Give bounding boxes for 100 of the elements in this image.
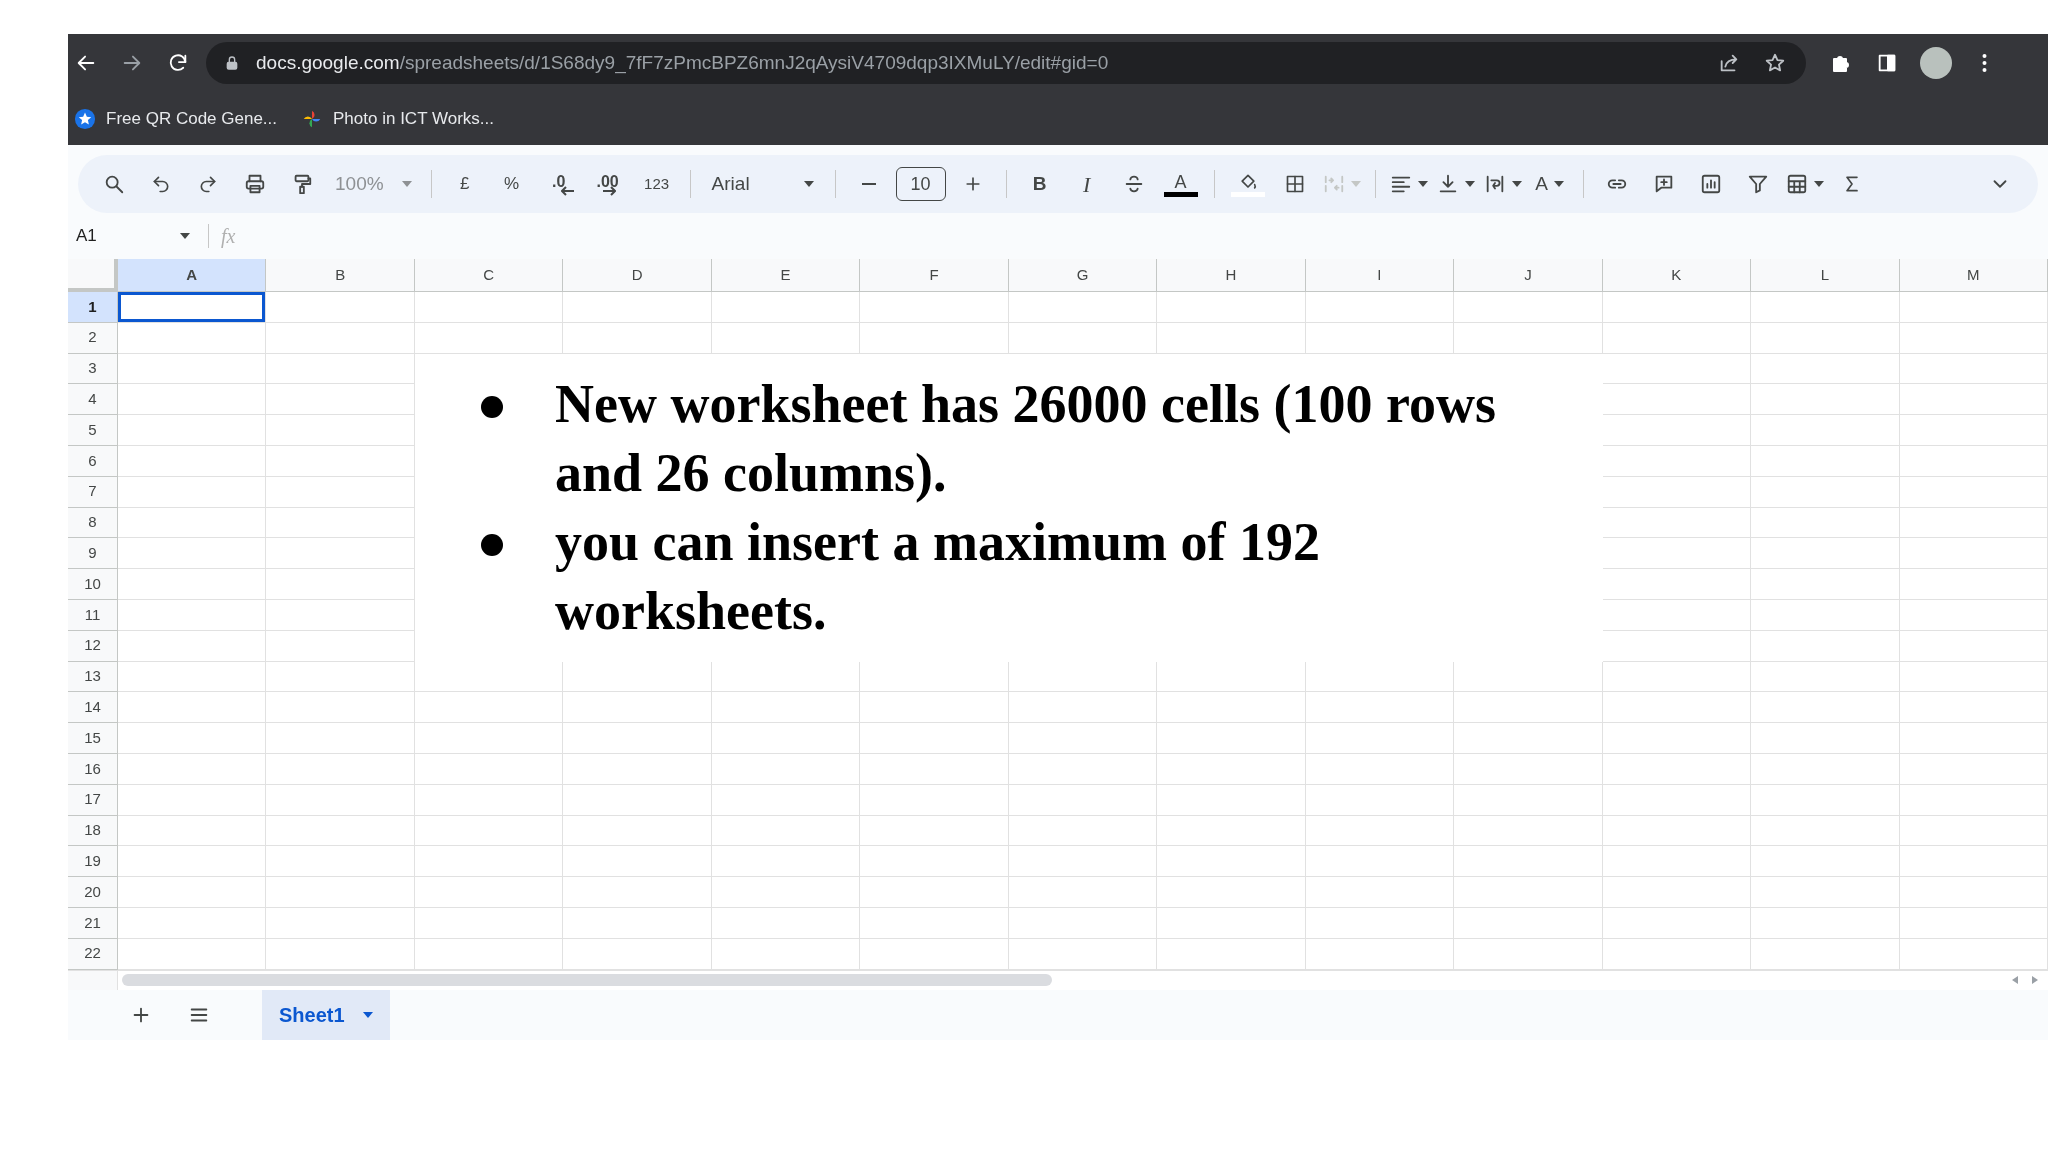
sheet-cell[interactable]: [414, 723, 564, 754]
row-header[interactable]: 2: [68, 322, 118, 354]
address-bar[interactable]: docs.google.com/spreadsheets/d/1S68dy9_7fF7zPmcBPZ6mnJ2qAysiV4709dqp3IXMuLY/edit#gid=0: [206, 42, 1806, 84]
sheet-cell[interactable]: [118, 599, 267, 631]
row-header[interactable]: 15: [68, 723, 118, 754]
sheet-cell[interactable]: [1602, 938, 1752, 970]
sheet-cell[interactable]: [563, 322, 712, 354]
sheet-cell[interactable]: [1751, 692, 1900, 724]
sheet-cell[interactable]: [118, 753, 267, 785]
sheet-cell[interactable]: [1454, 815, 1603, 847]
scroll-left-button[interactable]: [2012, 976, 2018, 985]
sheet-cell[interactable]: [414, 907, 564, 939]
sheet-cell[interactable]: [118, 938, 267, 970]
bookmark-item[interactable]: Photo in ICT Works...: [301, 105, 494, 132]
sheet-cell[interactable]: [266, 446, 415, 477]
column-header[interactable]: M: [1899, 259, 2048, 292]
sheet-cell[interactable]: [266, 846, 415, 878]
sheet-cell[interactable]: [266, 538, 415, 570]
sheet-cell[interactable]: [563, 692, 712, 724]
sheet-cell[interactable]: [266, 723, 415, 754]
sheet-cell[interactable]: [266, 292, 415, 323]
sheet-cell[interactable]: [118, 877, 267, 908]
sheet-cell[interactable]: [118, 784, 267, 816]
sheet-cell[interactable]: [860, 846, 1009, 878]
sheet-cell[interactable]: [1751, 292, 1900, 323]
sheet-cell[interactable]: [860, 784, 1009, 816]
sheet-cell[interactable]: [860, 322, 1009, 354]
sheet-cell[interactable]: [1751, 476, 1900, 508]
column-header[interactable]: A: [118, 259, 267, 292]
sheet-cell[interactable]: [1305, 322, 1455, 354]
sheet-cell[interactable]: [1899, 661, 2048, 693]
sheet-cell[interactable]: [1454, 292, 1603, 323]
select-all-corner[interactable]: [68, 259, 118, 292]
sheet-cell[interactable]: [1305, 815, 1455, 847]
sheet-cell[interactable]: [860, 292, 1009, 323]
sheet-cell[interactable]: [1899, 753, 2048, 785]
font-size-field[interactable]: 10: [895, 167, 946, 201]
row-header[interactable]: 12: [68, 630, 118, 662]
sheet-cell[interactable]: [266, 661, 415, 693]
sheet-cell[interactable]: [1899, 784, 2048, 816]
sheet-cell[interactable]: [1751, 446, 1900, 477]
sheet-cell[interactable]: [414, 292, 564, 323]
sheet-cell[interactable]: [1008, 692, 1158, 724]
sheet-cell[interactable]: [1008, 877, 1158, 908]
sheet-cell[interactable]: [1899, 723, 2048, 754]
sheet-cell[interactable]: [266, 784, 415, 816]
row-header[interactable]: 14: [68, 692, 118, 724]
sheet-cell[interactable]: [118, 661, 267, 693]
menu-button[interactable]: [1982, 53, 1987, 73]
sheet-cell[interactable]: [266, 938, 415, 970]
column-header[interactable]: F: [860, 259, 1009, 292]
sheet-cell[interactable]: [266, 476, 415, 508]
sheet-cell[interactable]: [711, 938, 861, 970]
sheet-cell[interactable]: [1899, 692, 2048, 724]
percent-button[interactable]: %: [491, 166, 532, 202]
row-header[interactable]: 22: [68, 938, 118, 970]
sheet-cell[interactable]: [1751, 815, 1900, 847]
sheet-cell[interactable]: [711, 723, 861, 754]
sheet-cell[interactable]: [563, 753, 712, 785]
column-header[interactable]: I: [1305, 259, 1455, 292]
sheet-cell[interactable]: [711, 692, 861, 724]
italic-button[interactable]: I: [1066, 166, 1107, 202]
sheet-cell[interactable]: [1454, 723, 1603, 754]
sheet-cell[interactable]: [1899, 599, 2048, 631]
sheet-cell[interactable]: [1602, 723, 1752, 754]
sheet-cell[interactable]: [1602, 322, 1752, 354]
sheet-cell[interactable]: [1602, 784, 1752, 816]
sheet-cell[interactable]: [1751, 569, 1900, 600]
sheet-cell[interactable]: [266, 692, 415, 724]
sheet-cell[interactable]: [563, 723, 712, 754]
sheet-cell[interactable]: [1305, 907, 1455, 939]
sheet-cell[interactable]: [414, 846, 564, 878]
sheet-cell[interactable]: [860, 815, 1009, 847]
sheet-cell[interactable]: [563, 846, 712, 878]
sheet-cell[interactable]: [1751, 784, 1900, 816]
sheet-cell[interactable]: [1008, 938, 1158, 970]
sheet-cell[interactable]: [1305, 692, 1455, 724]
sheet-cell[interactable]: [1454, 846, 1603, 878]
sheet-cell[interactable]: [1305, 938, 1455, 970]
row-header[interactable]: 19: [68, 846, 118, 878]
sheet-cell[interactable]: [118, 353, 267, 385]
sheet-tab[interactable]: Sheet1: [262, 989, 390, 1040]
sheet-cell[interactable]: [1899, 877, 2048, 908]
row-header[interactable]: 10: [68, 569, 118, 600]
scroll-right-button[interactable]: [2032, 976, 2038, 985]
sheet-cell[interactable]: [1157, 692, 1306, 724]
sheet-cell[interactable]: [1454, 753, 1603, 785]
sheet-cell[interactable]: [711, 815, 861, 847]
sheet-cell[interactable]: [711, 907, 861, 939]
row-header[interactable]: 8: [68, 507, 118, 539]
sheet-cell[interactable]: [1899, 292, 2048, 323]
sheet-cell[interactable]: [1454, 784, 1603, 816]
sheet-cell[interactable]: [1602, 661, 1752, 693]
sheet-cell[interactable]: [1454, 322, 1603, 354]
sheet-cell[interactable]: [1008, 907, 1158, 939]
sheet-cell[interactable]: [414, 692, 564, 724]
sheet-cell[interactable]: [118, 815, 267, 847]
row-header[interactable]: 21: [68, 907, 118, 939]
sheet-cell[interactable]: [1899, 507, 2048, 539]
sheet-cell[interactable]: [1008, 784, 1158, 816]
